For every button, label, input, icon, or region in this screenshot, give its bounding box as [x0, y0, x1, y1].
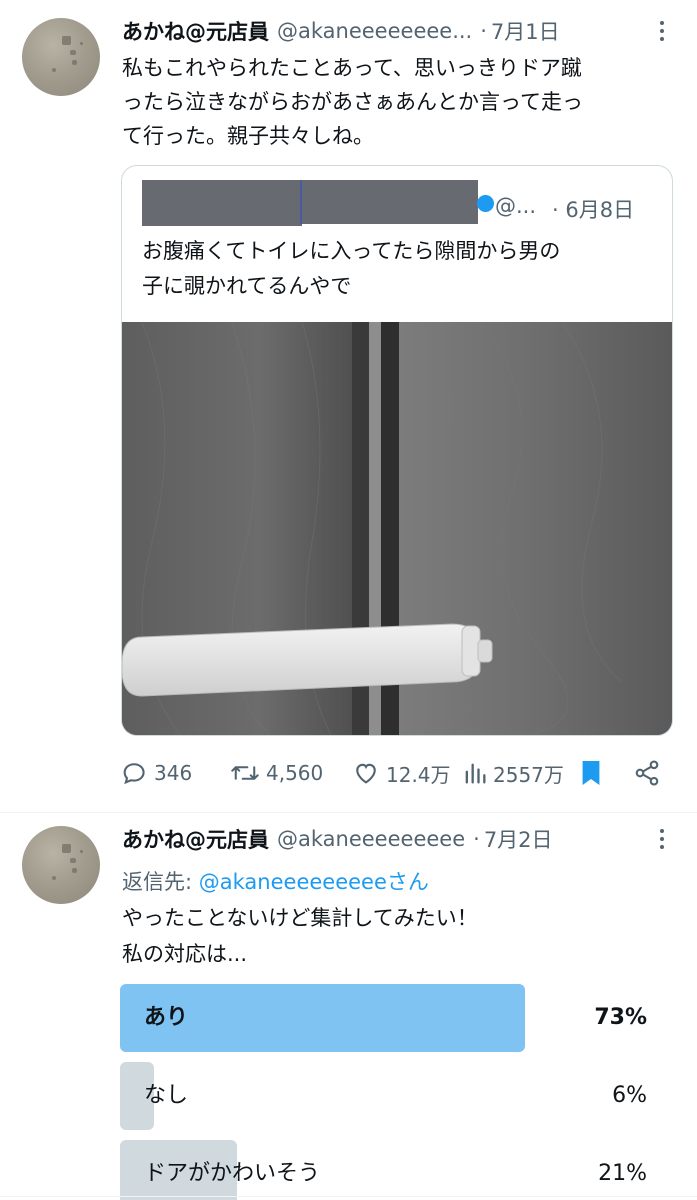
- reply-icon: [123, 763, 145, 785]
- retweet-count: 4,560: [266, 761, 324, 785]
- retweet-button[interactable]: 4,560: [230, 755, 323, 791]
- separator-dot: ·: [480, 19, 487, 43]
- quoted-date: 6月8日: [565, 198, 635, 222]
- like-icon: [356, 763, 376, 784]
- display-name[interactable]: あかね@元店員: [122, 824, 269, 854]
- tweet-text-line: て行った。親子共々しね。: [122, 124, 374, 148]
- like-count: 12.4万: [386, 762, 451, 787]
- share-icon: [635, 760, 659, 786]
- quoted-text-line: 子に覗かれてるんやで: [142, 274, 352, 298]
- tweet-text-line: やったことないけど集計してみたい！: [122, 906, 478, 930]
- tweet-header: あかね@元店員 @akaneeeeeeee... · 7月1日: [122, 16, 677, 46]
- user-handle[interactable]: @akaneeeeeeeee: [277, 827, 465, 851]
- views-button[interactable]: 2557万: [463, 755, 564, 791]
- more-vertical-icon[interactable]: [647, 824, 677, 854]
- tweet-header: あかね@元店員 @akaneeeeeeeee · 7月2日: [122, 824, 677, 854]
- views-icon: [465, 763, 486, 784]
- avatar[interactable]: [22, 826, 100, 904]
- poll-option[interactable]: あり 73%: [120, 984, 647, 1052]
- replying-to-link[interactable]: @akaneeeeeeeeeさん: [199, 870, 429, 894]
- tweet-date[interactable]: 7月2日: [484, 824, 553, 854]
- tweet-text: やったことないけど集計してみたい！ 私の対応は...: [122, 900, 667, 972]
- poll-option-label: ドアがかわいそう: [144, 1161, 321, 1186]
- quoted-text-line: お腹痛くてトイレに入ってたら隙間から男の: [142, 239, 561, 263]
- poll-option-percent: 6%: [612, 1083, 647, 1108]
- poll-option-label: なし: [144, 1083, 189, 1108]
- reply-count: 346: [154, 761, 193, 785]
- separator-dot: ·: [552, 198, 559, 222]
- toilet-door-lock-photo[interactable]: [122, 322, 672, 735]
- tweet-text-line: ったら泣きながらおがあさぁあんとか言って走っ: [122, 90, 583, 114]
- quoted-tweet-card[interactable]: @... · 6月8日 お腹痛くてトイレに入ってたら隙間から男の 子に覗かれてる…: [121, 165, 673, 736]
- tweet-text: 私もこれやられたことあって、思いっきりドア蹴 ったら泣きながらおがあさぁあんとか…: [122, 51, 667, 153]
- reply-button[interactable]: 346: [120, 755, 192, 791]
- quoted-tweet-date: · 6月8日: [552, 194, 634, 224]
- retweet-icon: [231, 766, 259, 780]
- display-name[interactable]: あかね@元店員: [122, 16, 269, 46]
- share-button[interactable]: [633, 755, 661, 791]
- replying-to-label: 返信先:: [122, 870, 199, 894]
- verified-badge-icon: [477, 195, 494, 212]
- avatar[interactable]: [22, 18, 100, 96]
- poll-option-label: あり: [144, 1005, 189, 1030]
- tweet-text-line: 私の対応は...: [122, 942, 248, 966]
- bookmark-button[interactable]: [579, 755, 603, 791]
- door-photo-graphic: [122, 322, 672, 735]
- poll-option[interactable]: なし 6%: [120, 1062, 647, 1130]
- quoted-user-handle: @...: [495, 194, 537, 218]
- like-button[interactable]: 12.4万: [352, 755, 451, 791]
- user-handle[interactable]: @akaneeeeeeee...: [277, 19, 472, 43]
- bookmark-icon: [582, 761, 600, 785]
- poll-option-percent: 73%: [594, 1005, 647, 1030]
- separator-dot: ·: [473, 827, 480, 851]
- more-vertical-icon[interactable]: [647, 16, 677, 46]
- view-count: 2557万: [493, 762, 564, 787]
- tweet-1[interactable]: あかね@元店員 @akaneeeeeeee... · 7月1日 私もこれやられた…: [0, 0, 697, 820]
- replying-to: 返信先: @akaneeeeeeeeeさん: [122, 866, 429, 896]
- poll-option-percent: 21%: [598, 1161, 647, 1186]
- bottom-divider: [0, 1196, 697, 1197]
- redacted-name: [300, 180, 478, 224]
- tweet-text-line: 私もこれやられたことあって、思いっきりドア蹴: [122, 56, 582, 80]
- tweet-actions: 346 4,560 12.4万 2557万: [120, 755, 665, 791]
- redacted-name: [142, 180, 302, 226]
- quoted-tweet-text: お腹痛くてトイレに入ってたら隙間から男の 子に覗かれてるんやで: [142, 234, 652, 304]
- tweet-date[interactable]: 7月1日: [491, 16, 560, 46]
- poll-option[interactable]: ドアがかわいそう 21%: [120, 1140, 647, 1200]
